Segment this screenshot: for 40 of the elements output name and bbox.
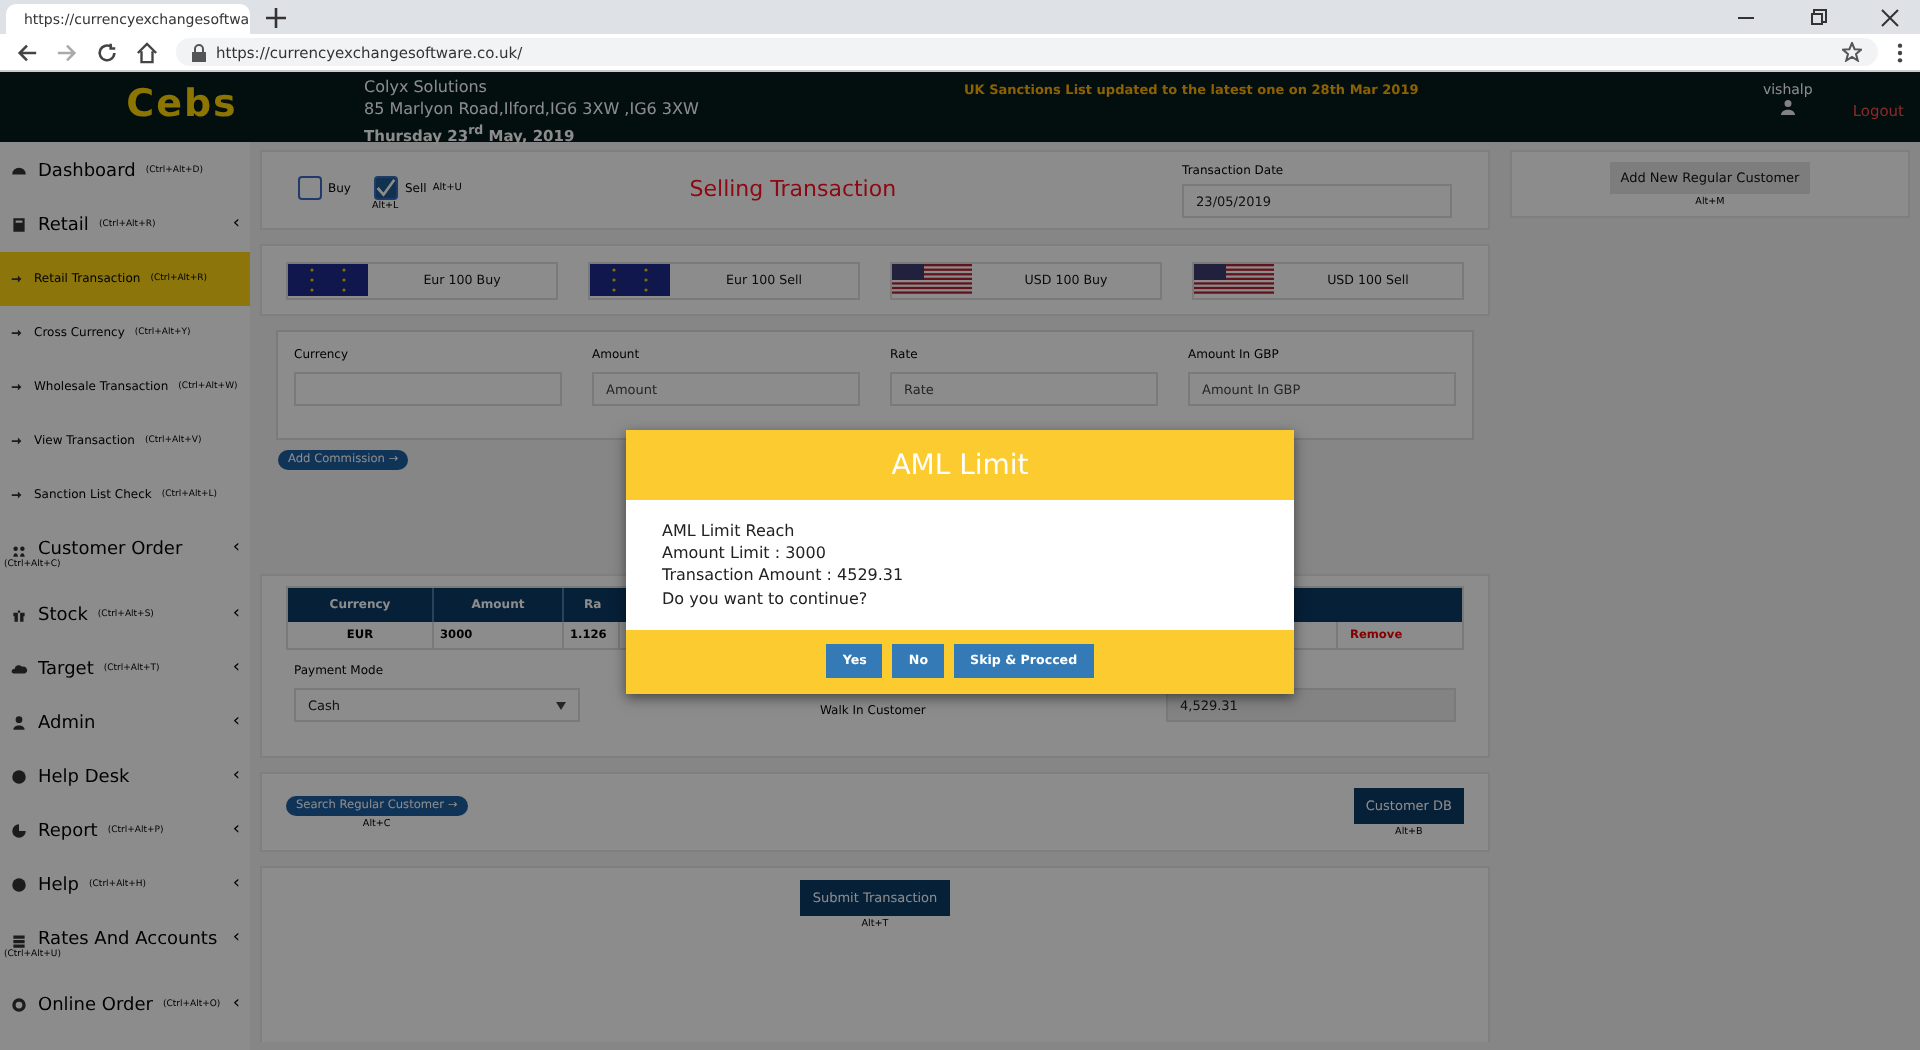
logo: Cebs [124,80,240,126]
sidebar-item[interactable]: Help Desk ‹ [0,750,250,804]
dialog-title: AML Limit [891,449,1029,481]
ring-icon [10,996,28,1014]
transaction-title: Selling Transaction [689,174,899,202]
menu-icon[interactable] [1896,41,1904,63]
back-icon[interactable] [16,41,38,63]
us-flag-icon [892,264,972,296]
new-tab-icon[interactable] [266,8,286,28]
sign-in-icon [10,488,24,502]
star-icon[interactable] [1842,42,1862,62]
company-address: 85 Marlyon Road,Ilford,IG6 3XW ,IG6 3XW [364,98,701,120]
users-icon [10,541,28,559]
company-name: Colyx Solutions [364,76,489,98]
eu-flag-icon [590,264,670,296]
sign-in-icon [10,326,24,340]
pie-chart-icon [10,822,28,840]
sign-in-icon [10,434,24,448]
sign-in-icon [10,380,24,394]
database-icon [10,931,28,949]
us-flag-icon [1194,264,1274,296]
sign-in-icon [10,272,24,286]
dialog-text: Amount Limit : 3000 [662,542,828,565]
dialog-text: Do you want to continue? [662,587,870,610]
reload-icon[interactable] [96,41,118,63]
gift-icon [10,606,28,624]
lock-icon [192,43,206,61]
caret-icon [556,701,566,709]
eu-flag-icon [288,264,368,296]
calculator-icon [10,216,28,234]
sidebar-item[interactable]: Admin ‹ [0,696,250,750]
dialog-text: Transaction Amount : 4529.31 [662,564,906,588]
dialog-text: AML Limit Reach [662,520,797,543]
user-icon [10,714,28,732]
cloud-icon [10,660,28,678]
close-icon[interactable] [1880,7,1900,27]
user-icon[interactable] [1779,98,1796,116]
restore-icon[interactable] [1808,7,1828,27]
home-icon[interactable] [136,41,158,63]
checkmark-icon [376,176,397,200]
